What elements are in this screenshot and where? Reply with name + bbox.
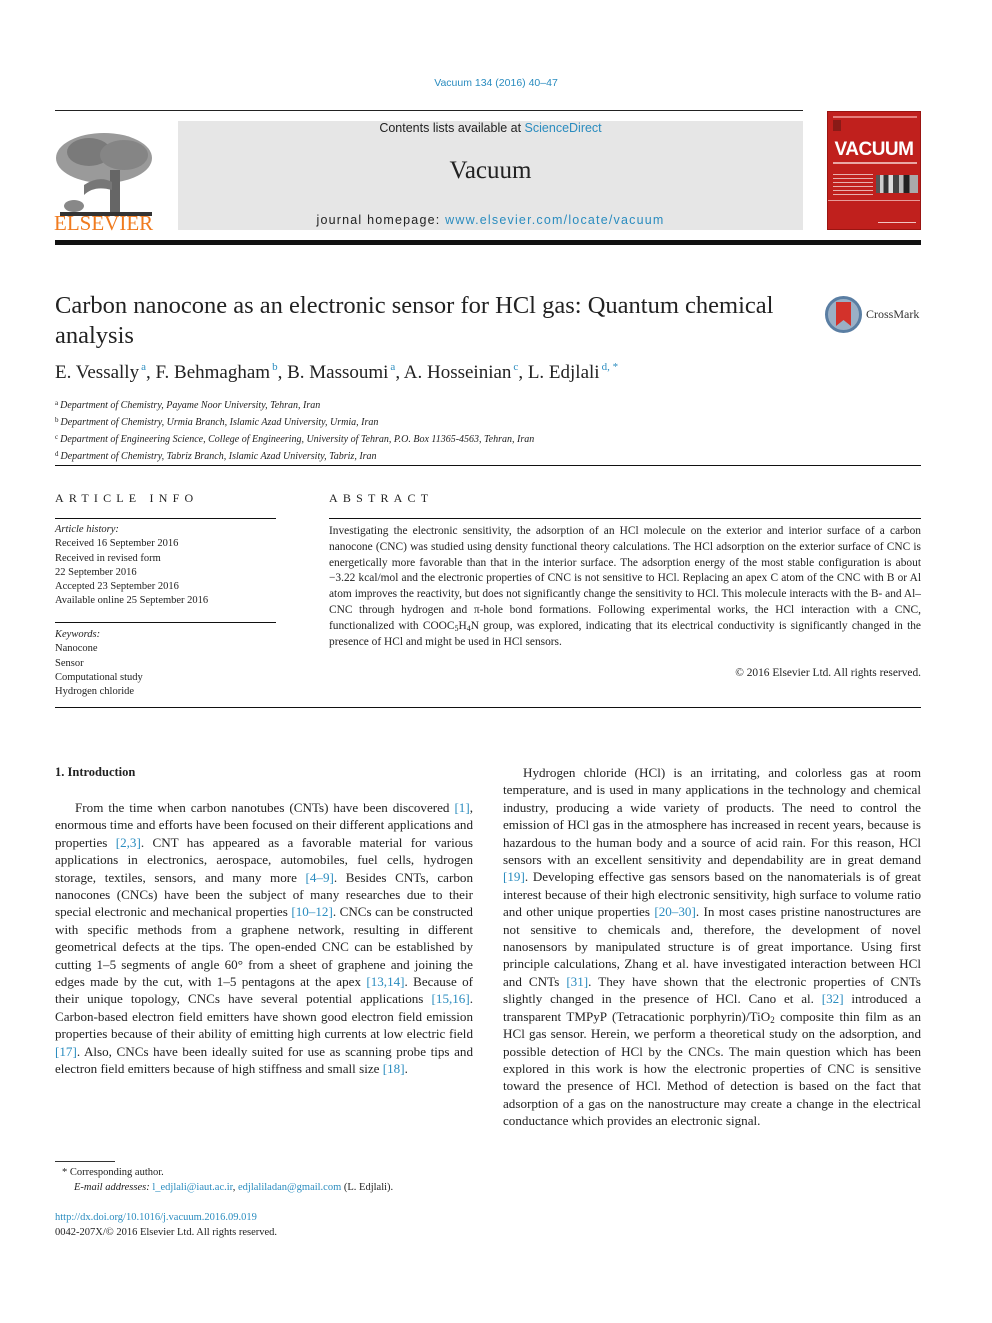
body-text: Hydrogen chloride (HCl) is an irritating… (503, 765, 921, 868)
keywords-list: Keywords: Nanocone Sensor Computational … (55, 628, 143, 699)
crossmark-label: CrossMark (866, 307, 920, 321)
citation-link[interactable]: [4–9] (306, 870, 334, 885)
author-name: E. Vessally (55, 362, 140, 383)
article-history: Article history: Received 16 September 2… (55, 523, 208, 609)
author-affiliation-link[interactable]: d, * (602, 361, 619, 373)
keyword-item: Nanocone (55, 643, 98, 655)
email-line: E-mail addresses: l_edjlali@iaut.ac.ir, … (74, 1182, 394, 1193)
cover-rule (828, 200, 920, 201)
contents-prefix: Contents lists available at (379, 121, 525, 135)
introduction-left-column: From the time when carbon nanotubes (CNT… (55, 799, 473, 1078)
affiliation-item: a Department of Chemistry, Payame Noor Un… (55, 399, 321, 411)
body-text: From the time when carbon nanotubes (CNT… (75, 800, 455, 815)
corresponding-author-footnote: * Corresponding author. E-mail addresses… (62, 1165, 393, 1195)
abstract-copyright: © 2016 Elsevier Ltd. All rights reserved… (735, 667, 921, 679)
history-item: Received in revised form (55, 552, 161, 564)
homepage-prefix: journal homepage: (316, 213, 446, 227)
history-item: Accepted 23 September 2016 (55, 581, 179, 593)
crossmark-button[interactable]: CrossMark (825, 296, 925, 334)
author-affiliation-link[interactable]: a (141, 361, 146, 373)
title-divider (55, 465, 921, 466)
citation-link[interactable]: [18] (383, 1061, 405, 1076)
doi-link[interactable]: http://dx.doi.org/10.1016/j.vacuum.2016.… (55, 1210, 277, 1225)
cover-image (876, 175, 918, 193)
journal-homepage-line: journal homepage: www.elsevier.com/locat… (178, 213, 803, 227)
abstract-body: Investigating the electronic sensitivity… (329, 525, 921, 648)
affiliation-item: c Department of Engineering Science, Coll… (55, 433, 535, 445)
keyword-item: Computational study (55, 671, 143, 683)
header-divider (55, 110, 803, 111)
keyword-item: Hydrogen chloride (55, 686, 135, 698)
email-link[interactable]: edjlaliladan@gmail.com (238, 1182, 341, 1193)
keywords-label: Keywords: (55, 629, 101, 640)
cover-footer (878, 222, 916, 223)
journal-homepage-link[interactable]: www.elsevier.com/locate/vacuum (445, 213, 664, 227)
article-info-heading: ARTICLE INFO (55, 491, 199, 505)
cover-elsevier-mark (833, 120, 841, 131)
article-title: Carbon nanocone as an electronic sensor … (55, 292, 774, 349)
footnote-divider (55, 1161, 115, 1162)
cover-subtitle-bar (833, 162, 917, 164)
abstract-bottom-divider (55, 707, 921, 708)
journal-title: Vacuum (449, 157, 532, 184)
introduction-right-column: Hydrogen chloride (HCl) is an irritating… (503, 764, 921, 1130)
introduction-heading: 1. Introduction (55, 765, 136, 779)
email-label: E-mail addresses: (74, 1182, 153, 1193)
doi-block: http://dx.doi.org/10.1016/j.vacuum.2016.… (55, 1210, 277, 1240)
issn-copyright: 0042-207X/© 2016 Elsevier Ltd. All right… (55, 1227, 278, 1238)
introduction-paragraph-1: From the time when carbon nanotubes (CNT… (55, 799, 473, 1078)
author-name: L. Edjlali (527, 362, 600, 383)
cover-text-lines (833, 174, 873, 196)
header-thick-divider (55, 240, 921, 245)
body-text: . Also, CNCs have been ideally suited fo… (55, 1043, 473, 1077)
author-list: E. Vessally a, F. Behmagham b, B. Massoumi… (55, 361, 619, 383)
author-affiliation-link[interactable]: a (390, 361, 395, 373)
affiliation-item: b Department of Chemistry, Urmia Branch, … (55, 416, 379, 428)
citation-link[interactable]: [31] (566, 974, 588, 989)
citation-link[interactable]: [17] (55, 1044, 77, 1059)
email-suffix: (L. Edjlali). (341, 1182, 394, 1193)
author-name: A. Hosseinian (403, 362, 512, 383)
citation-link[interactable]: [19] (503, 869, 525, 884)
citation-link[interactable]: [32] (822, 991, 844, 1006)
author-name: F. Behmagham (155, 362, 271, 383)
abstract-heading: ABSTRACT (329, 491, 434, 505)
journal-cover-thumbnail[interactable]: VACUUM (827, 111, 921, 230)
citation-link[interactable]: [15,16] (432, 991, 470, 1006)
keywords-divider (55, 622, 276, 623)
corresponding-author-note: * Corresponding author. (62, 1167, 164, 1178)
journal-citation-link[interactable]: Vacuum 134 (2016) 40–47 (0, 77, 992, 89)
cover-title: VACUUM (834, 139, 914, 160)
email-link[interactable]: l_edjlali@iaut.ac.ir (152, 1182, 232, 1193)
elsevier-wordmark: ELSEVIER (54, 211, 154, 235)
history-label: Article history: (55, 524, 119, 535)
introduction-paragraph-2: Hydrogen chloride (HCl) is an irritating… (503, 764, 921, 1130)
keyword-item: Sensor (55, 657, 84, 669)
sciencedirect-link[interactable]: ScienceDirect (525, 121, 602, 135)
author-affiliation-link[interactable]: c (513, 361, 518, 373)
history-item: Received 16 September 2016 (55, 538, 179, 550)
history-item: 22 September 2016 (55, 566, 137, 578)
author-affiliation-link[interactable]: b (272, 361, 278, 373)
cover-top-strip (833, 116, 917, 118)
history-item: Available online 25 September 2016 (55, 595, 209, 607)
body-text: composite thin film as an HCl gas sensor… (503, 1008, 921, 1129)
citation-link[interactable]: [20–30] (654, 904, 695, 919)
author-name: B. Massoumi (287, 362, 389, 383)
citation-link[interactable]: [2,3] (116, 835, 141, 850)
citation-link[interactable]: [13,14] (366, 974, 404, 989)
abstract-divider (329, 518, 921, 519)
citation-link[interactable]: [1] (454, 800, 469, 815)
affiliation-item: d Department of Chemistry, Tabriz Branch,… (55, 450, 377, 462)
contents-line: Contents lists available at ScienceDirec… (178, 121, 803, 135)
citation-link[interactable]: [10–12] (291, 904, 332, 919)
body-text: . (404, 1061, 408, 1077)
affiliation-list: a Department of Chemistry, Payame Noor Un… (55, 396, 534, 464)
article-info-divider (55, 518, 276, 519)
